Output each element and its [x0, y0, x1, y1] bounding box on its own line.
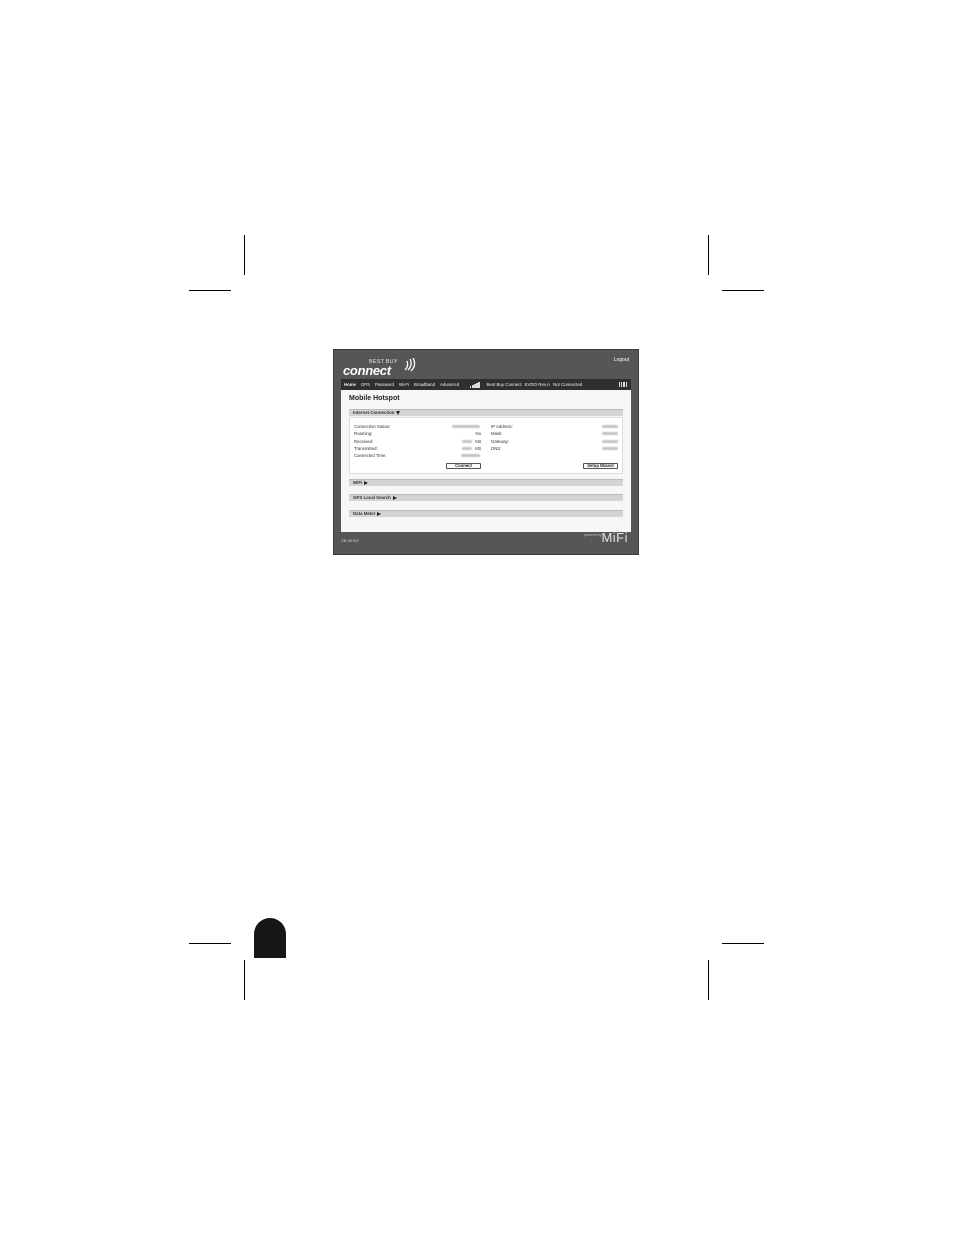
field-label-received: Received: — [354, 439, 374, 444]
nav-broadband[interactable]: Broadband — [414, 382, 435, 387]
crop-mark-top-right-horizontal — [722, 290, 764, 291]
page-title: Mobile Hotspot — [349, 395, 400, 402]
connection-status-value-blurred — [452, 425, 480, 428]
main-content: Mobile Hotspot Internet Connection Conne… — [341, 390, 631, 532]
nav-bar: Home GPS Password Wi-Fi Broadband Advanc… — [341, 379, 631, 390]
crop-mark-bottom-right-vertical — [708, 960, 709, 1000]
triangle-down-icon — [396, 410, 401, 415]
ip-address-value-blurred — [602, 425, 618, 428]
field-label-gateway: Gateway: — [491, 439, 510, 444]
section-data-meter-label: Data Meter — [353, 511, 376, 516]
nav-advanced[interactable]: Advanced — [440, 382, 459, 387]
section-wifi-label: WiFi — [353, 480, 363, 485]
crop-mark-top-right-vertical — [708, 235, 709, 275]
signal-strength-icon — [470, 381, 480, 388]
internet-connection-panel: Connection Status: Roaming: Received: Tr… — [349, 417, 623, 474]
field-label-transmitted: Transmitted: — [354, 446, 378, 451]
section-data-meter[interactable]: Data Meter — [349, 510, 623, 517]
network-type: EVDO Rev.A — [524, 382, 550, 387]
section-internet-connection[interactable]: Internet Connection — [349, 409, 623, 416]
section-wifi[interactable]: WiFi — [349, 479, 623, 486]
gateway-value-blurred — [602, 440, 618, 443]
brand-logo: BEST BUY connect — [343, 356, 423, 378]
brand-big-text: connect — [343, 363, 391, 378]
received-unit: KB — [475, 439, 481, 444]
connection-state: Not Connected — [552, 382, 583, 387]
crop-mark-top-left-vertical — [244, 235, 245, 275]
field-label-dns: DNS: — [491, 446, 502, 451]
transmitted-value-blurred — [462, 447, 472, 450]
page-tab-marker — [254, 918, 286, 958]
triangle-right-icon — [364, 480, 369, 485]
nav-home[interactable]: Home — [344, 382, 356, 387]
field-label-connection-status: Connection Status: — [354, 424, 391, 429]
field-label-roaming: Roaming: — [354, 431, 373, 436]
nav-password[interactable]: Password — [375, 382, 394, 387]
field-label-mask: Mask: — [491, 431, 503, 436]
nav-wifi[interactable]: Wi-Fi — [399, 382, 409, 387]
section-internet-label: Internet Connection — [353, 410, 395, 415]
logout-link[interactable]: Logout — [614, 357, 629, 363]
received-value-blurred — [462, 440, 472, 443]
footer-model-number: SB-MHS2 — [341, 538, 359, 543]
connect-button[interactable]: Connect — [446, 463, 481, 469]
field-label-connected-time: Connected Time: — [354, 453, 387, 458]
connected-time-value-blurred — [461, 454, 480, 457]
wireless-wave-icon — [404, 358, 416, 372]
setup-wizard-button[interactable]: Setup Wizard — [583, 463, 618, 469]
field-label-ip-address: IP Address: — [491, 424, 513, 429]
section-gps-label: GPS Local Search — [353, 495, 391, 500]
network-name: Best Buy Connect — [486, 382, 522, 387]
crop-mark-bottom-left-horizontal — [189, 943, 231, 944]
roaming-value: No — [475, 431, 482, 436]
nav-gps[interactable]: GPS — [361, 382, 370, 387]
battery-icon — [618, 382, 627, 387]
footer-powered-by: powered by — [584, 533, 602, 537]
crop-mark-top-left-horizontal — [189, 290, 231, 291]
transmitted-unit: KB — [475, 446, 481, 451]
mask-value-blurred — [602, 432, 618, 435]
hotspot-screenshot: BEST BUY connect Logout Home GPS Passwor… — [333, 349, 639, 555]
mifi-logo: MiFi — [601, 530, 628, 545]
crop-mark-bottom-right-horizontal — [722, 943, 764, 944]
dns-value-blurred — [602, 447, 618, 450]
crop-mark-bottom-left-vertical — [244, 960, 245, 1000]
section-gps-local-search[interactable]: GPS Local Search — [349, 494, 623, 501]
triangle-right-icon — [392, 495, 397, 500]
triangle-right-icon — [377, 511, 382, 516]
